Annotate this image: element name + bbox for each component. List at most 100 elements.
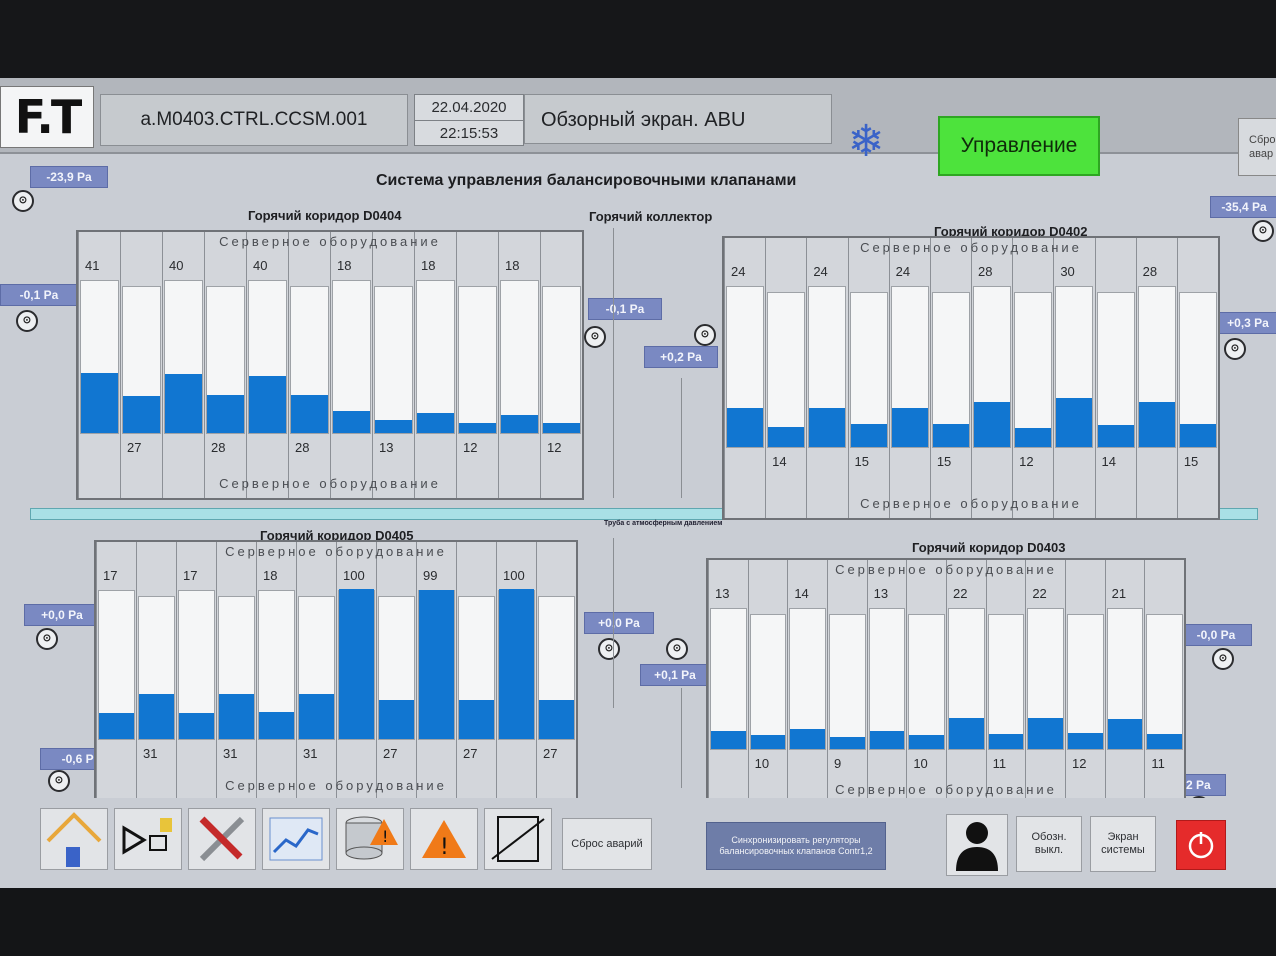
pressure-gauge-icon[interactable]: ⊙ bbox=[12, 190, 34, 212]
valve-slot[interactable]: 22 bbox=[946, 560, 986, 804]
reset-alarms-button[interactable]: Сброс аварий bbox=[562, 818, 652, 870]
system-screen-button[interactable]: Экран системы bbox=[1090, 816, 1156, 872]
valve-opening-fill bbox=[499, 589, 534, 739]
valve-slot[interactable]: 27 bbox=[120, 232, 162, 498]
valve-setpoint-value: 12 bbox=[1019, 454, 1034, 469]
reset-alarms-top-button[interactable]: Сбро авар bbox=[1238, 118, 1276, 176]
pressure-gauge-icon[interactable]: ⊙ bbox=[36, 628, 58, 650]
valve-slot[interactable]: 11 bbox=[985, 560, 1026, 804]
valve-position-value: 13 bbox=[873, 586, 889, 601]
valve-slot[interactable]: 10 bbox=[747, 560, 788, 804]
valve-slot[interactable]: 21 bbox=[1104, 560, 1145, 804]
valve-bar bbox=[987, 614, 1025, 750]
home-button[interactable] bbox=[40, 808, 108, 870]
valve-slot[interactable]: 40 bbox=[162, 232, 204, 498]
valve-slot[interactable]: 28 bbox=[1135, 238, 1177, 518]
valve-slot[interactable]: 41 bbox=[78, 232, 120, 498]
valve-bar bbox=[973, 286, 1012, 448]
valve-slot[interactable]: 18 bbox=[498, 232, 540, 498]
valve-bar bbox=[458, 596, 495, 740]
corridor-title-d0404: Горячий коридор D0404 bbox=[248, 208, 402, 223]
alarms-button[interactable]: ! bbox=[410, 808, 478, 870]
trends-button[interactable] bbox=[262, 808, 330, 870]
valve-slot[interactable]: 17 bbox=[96, 542, 136, 800]
valve-slot[interactable]: 27 bbox=[456, 542, 496, 800]
alarm-archive-button[interactable]: ! bbox=[336, 808, 404, 870]
valve-slot[interactable]: 100 bbox=[336, 542, 376, 800]
valve-slot[interactable]: 14 bbox=[765, 238, 806, 518]
valve-curve-button[interactable] bbox=[484, 808, 552, 870]
control-button[interactable]: Управление bbox=[938, 116, 1100, 176]
valve-slot[interactable]: 18 bbox=[256, 542, 296, 800]
valve-slot[interactable]: 12 bbox=[540, 232, 582, 498]
valve-opening-fill bbox=[1028, 718, 1063, 749]
valve-slot[interactable]: 13 bbox=[708, 560, 748, 804]
valve-slot[interactable]: 24 bbox=[888, 238, 930, 518]
valve-slot[interactable]: 13 bbox=[372, 232, 414, 498]
valve-bar bbox=[80, 280, 119, 434]
valve-setpoint-value: 31 bbox=[303, 746, 318, 761]
valve-slot[interactable]: 31 bbox=[136, 542, 176, 800]
valve-opening-fill bbox=[830, 737, 865, 749]
valve-slot[interactable]: 100 bbox=[496, 542, 536, 800]
valve-slot[interactable]: 14 bbox=[787, 560, 827, 804]
valve-slot[interactable]: 27 bbox=[376, 542, 416, 800]
valve-setpoint-value: 10 bbox=[913, 756, 928, 771]
valve-slot[interactable]: 15 bbox=[847, 238, 889, 518]
valve-slot[interactable]: 30 bbox=[1053, 238, 1094, 518]
valve-slot[interactable]: 17 bbox=[176, 542, 216, 800]
valve-slot[interactable]: 28 bbox=[288, 232, 330, 498]
pressure-gauge-icon[interactable]: ⊙ bbox=[694, 324, 716, 346]
valve-bar bbox=[1096, 292, 1135, 448]
valve-position-value: 41 bbox=[85, 258, 100, 273]
valve-slot[interactable]: 22 bbox=[1025, 560, 1065, 804]
manual-mode-button[interactable] bbox=[114, 808, 182, 870]
valve-slot[interactable]: 31 bbox=[216, 542, 256, 800]
atmospheric-tube-label: Труба с атмосферным давлением bbox=[604, 520, 723, 527]
user-button[interactable] bbox=[946, 814, 1008, 876]
system-screen-label: Экран системы bbox=[1101, 831, 1145, 856]
service-button[interactable] bbox=[188, 808, 256, 870]
valve-slot[interactable]: 13 bbox=[866, 560, 907, 804]
valve-slot[interactable]: 31 bbox=[296, 542, 336, 800]
valve-opening-fill bbox=[1015, 428, 1052, 447]
corridor-panel-d0405: Серверное оборудование Серверное оборудов… bbox=[94, 540, 578, 802]
valve-slot[interactable]: 28 bbox=[204, 232, 246, 498]
valve-slot[interactable]: 18 bbox=[414, 232, 456, 498]
pressure-gauge-icon[interactable]: ⊙ bbox=[598, 638, 620, 660]
valve-slot[interactable]: 12 bbox=[1012, 238, 1053, 518]
valve-slot[interactable]: 15 bbox=[1176, 238, 1218, 518]
designations-button[interactable]: Обозн. выкл. bbox=[1016, 816, 1082, 872]
valve-setpoint-value: 31 bbox=[143, 746, 158, 761]
valve-slot[interactable]: 14 bbox=[1094, 238, 1136, 518]
valve-slot[interactable]: 28 bbox=[971, 238, 1012, 518]
valve-slot[interactable]: 99 bbox=[416, 542, 456, 800]
valve-slot[interactable]: 40 bbox=[246, 232, 288, 498]
pressure-gauge-icon[interactable]: ⊙ bbox=[48, 770, 70, 792]
sync-regulators-button[interactable]: Синхронизировать регуляторы балансировоч… bbox=[706, 822, 886, 870]
valve-bar bbox=[868, 608, 906, 750]
valve-slot[interactable]: 27 bbox=[536, 542, 576, 800]
pressure-gauge-icon[interactable]: ⊙ bbox=[1224, 338, 1246, 360]
valve-slot[interactable]: 24 bbox=[806, 238, 847, 518]
valve-slot[interactable]: 15 bbox=[929, 238, 971, 518]
pressure-gauge-icon[interactable]: ⊙ bbox=[666, 638, 688, 660]
valve-position-value: 40 bbox=[253, 258, 268, 273]
pressure-gauge-icon[interactable]: ⊙ bbox=[1212, 648, 1234, 670]
valve-slot[interactable]: 10 bbox=[906, 560, 946, 804]
valve-opening-fill bbox=[501, 415, 538, 433]
valve-opening-fill bbox=[727, 408, 764, 447]
valve-slot[interactable]: 12 bbox=[1065, 560, 1105, 804]
valve-setpoint-value: 12 bbox=[463, 440, 478, 455]
valve-slot[interactable]: 24 bbox=[724, 238, 765, 518]
pressure-gauge-icon[interactable]: ⊙ bbox=[584, 326, 606, 348]
valve-position-value: 40 bbox=[169, 258, 184, 273]
pressure-gauge-icon[interactable]: ⊙ bbox=[1252, 220, 1274, 242]
valve-slot[interactable]: 9 bbox=[827, 560, 867, 804]
valve-slot[interactable]: 11 bbox=[1144, 560, 1184, 804]
valve-slot[interactable]: 12 bbox=[456, 232, 498, 498]
valve-slot[interactable]: 18 bbox=[330, 232, 372, 498]
power-button[interactable] bbox=[1176, 820, 1226, 870]
valve-opening-fill bbox=[339, 589, 374, 739]
pressure-gauge-icon[interactable]: ⊙ bbox=[16, 310, 38, 332]
